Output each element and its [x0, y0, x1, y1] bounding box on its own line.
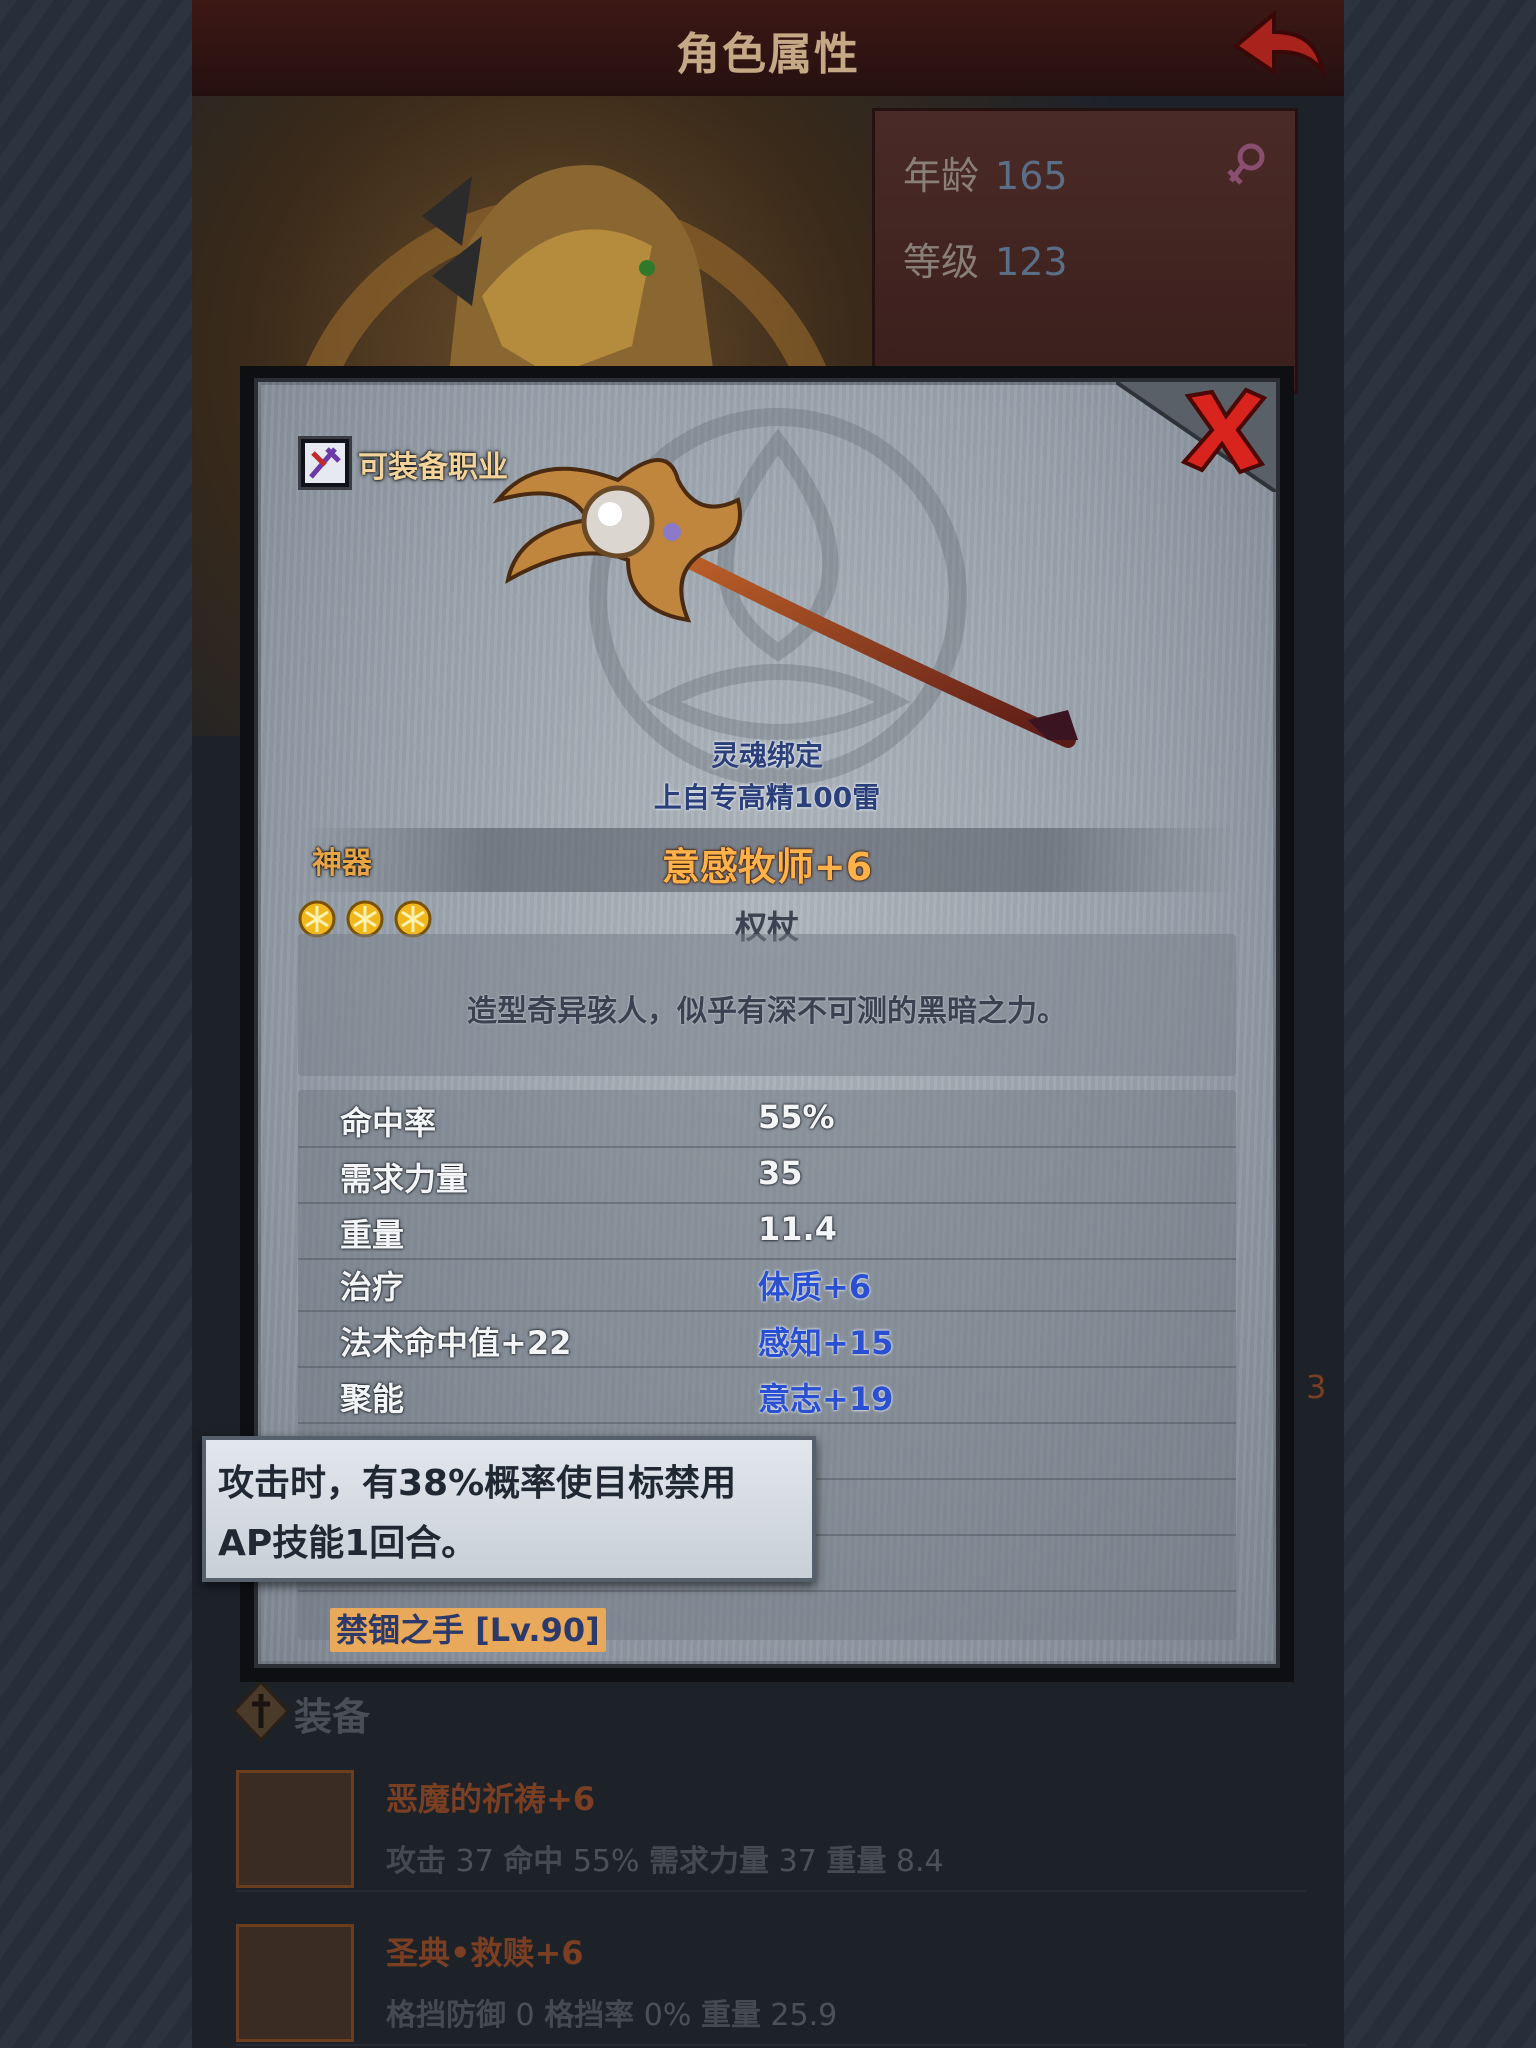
stat-row: 聚能 意志+19: [298, 1366, 1236, 1424]
soulbound-label: 灵魂绑定: [710, 739, 823, 772]
tooltip-text: 攻击时，有38%概率使目标禁用 AP技能1回合。: [218, 1454, 800, 1574]
age-value: 165: [995, 154, 1068, 198]
equipment-item[interactable]: 圣典•救赎+6 格挡防御 0 格挡率 0% 重量 25.9: [236, 1924, 1306, 2046]
stat-row: 需求力量 35: [298, 1146, 1236, 1204]
character-info-card: 年龄 165 等级 123: [872, 108, 1298, 394]
stat-right: 55%: [758, 1098, 835, 1136]
title-bar: 角色属性: [192, 0, 1344, 99]
cross-shield-icon: [232, 1680, 290, 1742]
rarity-row: 神器 意感牧师+6: [298, 828, 1236, 892]
stat-left: 需求力量: [340, 1160, 469, 1198]
staff-thumbnail-icon: [236, 1770, 354, 1888]
stat-row: 命中率 55%: [298, 1090, 1236, 1148]
stat-left: 命中率: [340, 1104, 437, 1142]
equipment-item-stats: 格挡防御 0 格挡率 0% 重量 25.9: [386, 1998, 838, 2033]
skill-tooltip: 攻击时，有38%概率使目标禁用 AP技能1回合。: [202, 1436, 816, 1582]
item-description: 造型奇异骇人，似乎有深不可测的黑暗之力。: [467, 994, 1067, 1029]
stat-left: 法术命中值+22: [340, 1324, 572, 1362]
equipment-section-header: 装备: [232, 1680, 1302, 1750]
tooltip-line-2: AP技能1回合。: [218, 1523, 478, 1564]
book-thumbnail-icon: [236, 1924, 354, 2042]
equipment-item-stats: 攻击 37 命中 55% 需求力量 37 重量 8.4: [386, 1844, 944, 1879]
equipment-item-name: 恶魔的祈祷+6: [386, 1780, 596, 1818]
item-description-box: 造型奇异骇人，似乎有深不可测的黑暗之力。: [298, 934, 1236, 1076]
scepter-item-icon: [492, 458, 1078, 748]
stat-right: 11.4: [758, 1210, 837, 1248]
background-texture-left: [0, 0, 192, 2048]
age-label: 年龄: [903, 154, 980, 198]
stat-right: 意志+19: [758, 1380, 894, 1418]
stat-left: 重量: [340, 1216, 405, 1254]
level-row: 等级 123: [903, 231, 1068, 286]
skill-chip[interactable]: 禁锢之手 [Lv.90]: [330, 1608, 606, 1652]
age-row: 年龄 165: [903, 145, 1068, 200]
crafter-label: 上自专高精100雷: [653, 781, 881, 814]
tooltip-line-1: 攻击时，有38%概率使目标禁用: [218, 1463, 737, 1504]
stat-right: 35: [758, 1154, 803, 1192]
page-title: 角色属性: [676, 29, 860, 80]
equipment-item-name: 圣典•救赎+6: [386, 1934, 584, 1972]
stat-right: 体质+6: [758, 1268, 872, 1306]
equipment-item[interactable]: 恶魔的祈祷+6 攻击 37 命中 55% 需求力量 37 重量 8.4: [236, 1770, 1306, 1892]
level-label: 等级: [903, 240, 980, 284]
background-texture-right: [1344, 0, 1536, 2048]
level-value: 123: [995, 240, 1068, 284]
female-gender-icon: [1227, 143, 1265, 185]
stat-row: 重量 11.4: [298, 1202, 1236, 1260]
side-number: 3: [1306, 1368, 1327, 1406]
back-arrow-icon[interactable]: [1228, 6, 1328, 90]
stat-row: 治疗 体质+6: [298, 1254, 1236, 1312]
stat-left: 治疗: [340, 1268, 405, 1306]
stat-row: 法术命中值+22 感知+15: [298, 1310, 1236, 1368]
stat-right: 感知+15: [758, 1324, 894, 1362]
close-x-icon[interactable]: [1176, 382, 1272, 478]
priest-class-icon: [298, 436, 352, 490]
equipment-section-title: 装备: [294, 1695, 371, 1739]
stat-left: 聚能: [340, 1380, 405, 1418]
item-name: 意感牧师+6: [661, 845, 873, 889]
